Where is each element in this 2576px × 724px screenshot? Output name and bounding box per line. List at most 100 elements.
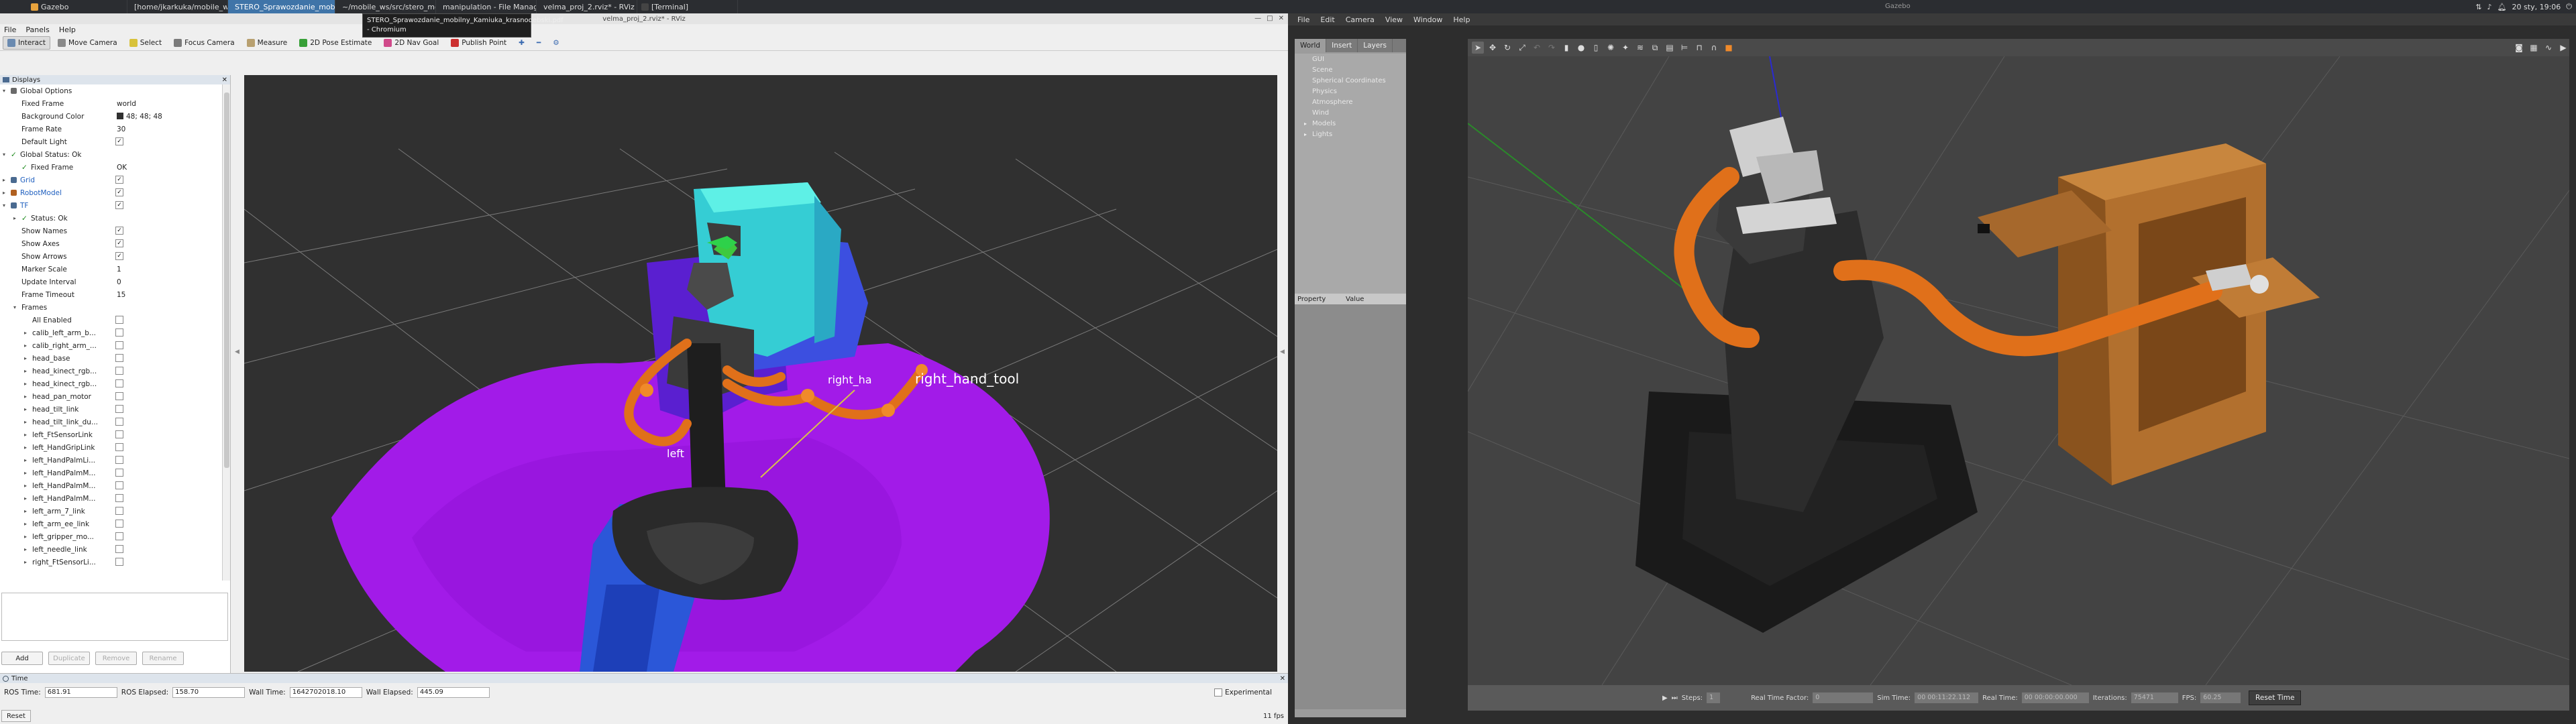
display-checkbox[interactable] — [115, 443, 123, 451]
taskbar-item[interactable]: Gazebo — [27, 0, 127, 13]
display-value[interactable]: 30 — [117, 125, 125, 133]
display-checkbox[interactable] — [115, 494, 123, 502]
display-checkbox[interactable] — [115, 418, 123, 426]
taskbar-item[interactable]: [Terminal] — [637, 0, 738, 13]
copy-icon[interactable]: ⧉ — [1649, 42, 1661, 54]
display-row[interactable]: All Enabled — [0, 314, 223, 326]
minus-icon[interactable]: ━ — [532, 36, 545, 50]
world-item[interactable]: ▸ Lights — [1295, 129, 1406, 139]
display-checkbox[interactable]: ✓ — [115, 137, 123, 145]
display-row[interactable]: ▸ head_tilt_link_du... — [0, 416, 223, 428]
expand-arrow-icon[interactable]: ▸ — [1304, 121, 1307, 127]
taskbar-item[interactable]: [home/jkarkuka/mobile_wo... — [127, 0, 228, 13]
wall-elapsed-field[interactable]: 445.09 — [417, 687, 490, 698]
menu-item[interactable]: Panels — [25, 25, 49, 34]
expand-arrow-icon[interactable]: ▸ — [1304, 131, 1307, 137]
display-row[interactable]: ▸ calib_left_arm_b... — [0, 326, 223, 339]
display-row[interactable]: ▸ left_HandGripLink — [0, 441, 223, 454]
experimental-toggle[interactable]: Experimental — [1214, 688, 1272, 697]
display-checkbox[interactable] — [115, 430, 123, 438]
expand-arrow-icon[interactable]: ▸ — [24, 508, 27, 514]
display-row[interactable]: ▸ left_HandPalmM... — [0, 479, 223, 492]
display-checkbox[interactable] — [115, 456, 123, 464]
snap-icon[interactable]: ⊓ — [1693, 42, 1705, 54]
paste-icon[interactable]: ▤ — [1664, 42, 1676, 54]
expand-arrow-icon[interactable]: ▸ — [24, 495, 27, 501]
spot-light-icon[interactable]: ✦ — [1619, 42, 1631, 54]
display-row[interactable]: ✓ Fixed Frame OK — [0, 161, 223, 174]
display-checkbox[interactable] — [115, 520, 123, 528]
translate-icon[interactable]: ✥ — [1487, 42, 1499, 54]
display-row[interactable]: Marker Scale 1 — [0, 263, 223, 276]
display-row[interactable]: Frame Timeout 15 — [0, 288, 223, 301]
display-row[interactable]: ▸ head_kinect_rgb... — [0, 365, 223, 377]
tab-layers[interactable]: Layers — [1358, 39, 1393, 52]
select-arrow-icon[interactable]: ➤ — [1472, 42, 1484, 54]
close-panel-icon[interactable]: ✕ — [1280, 675, 1285, 682]
align-icon[interactable]: ⊨ — [1678, 42, 1690, 54]
expand-arrow-icon[interactable]: ▸ — [24, 521, 27, 527]
world-item[interactable]: Atmosphere — [1295, 97, 1406, 107]
expand-arrow-icon[interactable]: ▸ — [24, 483, 27, 489]
display-checkbox[interactable] — [115, 379, 123, 387]
right-splitter-icon[interactable]: ◀ — [1280, 349, 1285, 355]
tool-move-camera[interactable]: Move Camera — [53, 36, 122, 50]
display-checkbox[interactable] — [115, 545, 123, 553]
menu-item[interactable]: File — [4, 25, 16, 34]
display-row[interactable]: ▾ Frames — [0, 301, 223, 314]
gazebo-menu-item[interactable]: Edit — [1320, 15, 1334, 24]
step-icon[interactable]: ⏭ — [1672, 695, 1678, 702]
scrollbar[interactable] — [222, 84, 230, 581]
dir-light-icon[interactable]: ≋ — [1634, 42, 1646, 54]
display-checkbox[interactable] — [115, 316, 123, 324]
wall-time-field[interactable]: 1642702018.10 — [289, 687, 362, 698]
point-light-icon[interactable]: ✺ — [1605, 42, 1617, 54]
left-splitter-icon[interactable]: ◀ — [235, 349, 239, 355]
display-row[interactable]: Fixed Frame world — [0, 97, 223, 110]
display-checkbox[interactable] — [115, 328, 123, 337]
gazebo-3d-view[interactable] — [1468, 56, 2569, 685]
expand-arrow-icon[interactable]: ▸ — [24, 559, 27, 565]
expand-arrow-icon[interactable]: ▸ — [24, 381, 27, 387]
display-row[interactable]: ▸ head_kinect_rgb... — [0, 377, 223, 390]
taskbar-item[interactable]: manipulation - File Manager — [436, 0, 537, 13]
display-checkbox[interactable] — [115, 481, 123, 489]
display-value[interactable]: 48; 48; 48 — [126, 113, 162, 121]
expand-arrow-icon[interactable]: ▸ — [24, 546, 27, 552]
display-row[interactable]: ▾ TF ✓ — [0, 199, 223, 212]
expand-arrow-icon[interactable]: ▾ — [3, 88, 5, 94]
display-value[interactable]: 1 — [117, 265, 121, 274]
video-icon[interactable]: ▶ — [2557, 42, 2569, 54]
expand-arrow-icon[interactable]: ▸ — [24, 368, 27, 374]
expand-arrow-icon[interactable]: ▸ — [13, 215, 16, 221]
world-item[interactable]: Physics — [1295, 86, 1406, 97]
redo-icon[interactable]: ↷ — [1546, 42, 1558, 54]
gazebo-menu-item[interactable]: View — [1385, 15, 1403, 24]
display-row[interactable]: ▾ Global Options — [0, 84, 223, 97]
display-row[interactable]: ▸ RobotModel ✓ — [0, 186, 223, 199]
minimize-icon[interactable]: — — [1254, 15, 1261, 22]
display-value[interactable]: 15 — [117, 291, 125, 299]
display-row[interactable]: ▸ left_HandPalmM... — [0, 492, 223, 505]
tool-2d-pose-estimate[interactable]: 2D Pose Estimate — [294, 36, 376, 50]
network-icon[interactable]: ⇅ — [2475, 3, 2481, 11]
expand-arrow-icon[interactable]: ▸ — [3, 177, 5, 183]
plot-icon[interactable]: ∿ — [2542, 42, 2555, 54]
play-icon[interactable]: ▶ — [1662, 695, 1668, 702]
expand-arrow-icon[interactable]: ▸ — [24, 432, 27, 438]
expand-arrow-icon[interactable]: ▸ — [24, 419, 27, 425]
display-row[interactable]: Frame Rate 30 — [0, 123, 223, 135]
tab-world[interactable]: World — [1295, 39, 1327, 52]
log-icon[interactable]: ▦ — [2528, 42, 2540, 54]
display-checkbox[interactable] — [115, 507, 123, 515]
view-angle-icon[interactable]: ■ — [1723, 42, 1735, 54]
tool-measure[interactable]: Measure — [242, 36, 292, 50]
display-checkbox[interactable]: ✓ — [115, 239, 123, 247]
expand-arrow-icon[interactable]: ▸ — [24, 534, 27, 540]
display-value[interactable]: 0 — [117, 278, 121, 286]
taskbar-item[interactable]: ~/mobile_ws/src/stero_mobil... — [335, 0, 436, 13]
display-checkbox[interactable]: ✓ — [115, 188, 123, 196]
3d-viewport[interactable]: right_hand_tool left right_ha — [244, 75, 1277, 672]
expand-arrow-icon[interactable]: ▸ — [24, 355, 27, 361]
display-checkbox[interactable]: ✓ — [115, 176, 123, 184]
